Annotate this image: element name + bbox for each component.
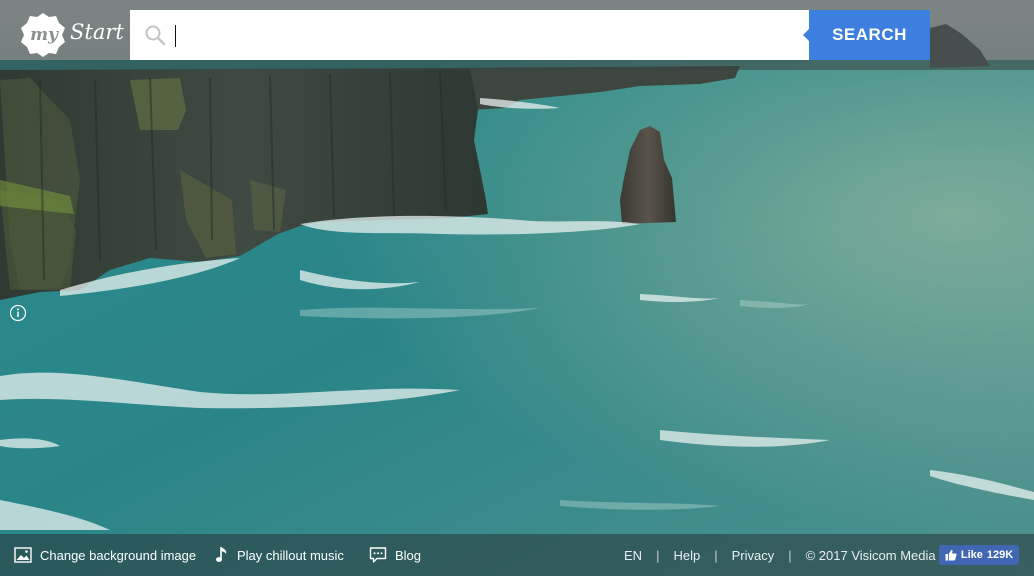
background-image xyxy=(0,0,1034,576)
language-selector[interactable]: EN xyxy=(624,548,642,563)
info-icon[interactable] xyxy=(9,304,27,322)
play-music-link[interactable]: Play chillout music xyxy=(215,534,344,576)
search-button-label: SEARCH xyxy=(832,25,907,44)
facebook-like-label: Like xyxy=(960,549,983,561)
separator: | xyxy=(714,547,718,563)
facebook-like-count: 129K xyxy=(986,549,1014,561)
facebook-like-button[interactable]: Like 129K xyxy=(939,545,1019,565)
image-icon xyxy=(14,547,32,563)
blog-link[interactable]: Blog xyxy=(369,534,421,576)
speech-bubble-icon xyxy=(369,547,387,563)
logo-my-text: my xyxy=(30,25,58,45)
mystart-logo[interactable]: my Start xyxy=(18,10,124,60)
text-caret xyxy=(175,25,176,47)
play-music-label: Play chillout music xyxy=(237,547,344,563)
footer-bar: Change background image Play chillout mu… xyxy=(0,534,1034,576)
blog-label: Blog xyxy=(395,547,422,563)
footer-links: EN | Help | Privacy | © 2017 Visicom Med… xyxy=(624,534,936,576)
top-bar: my Start SEARCH xyxy=(0,0,1034,70)
search-button[interactable]: SEARCH xyxy=(803,10,930,60)
copyright-text: © 2017 Visicom Media xyxy=(805,547,936,563)
thumbs-up-icon xyxy=(945,549,957,561)
change-background-link[interactable]: Change background image xyxy=(14,534,196,576)
search-button-notch xyxy=(803,29,809,41)
change-background-label: Change background image xyxy=(40,547,197,563)
separator: | xyxy=(656,547,660,563)
logo-start-text: Start xyxy=(70,20,124,44)
privacy-link[interactable]: Privacy xyxy=(732,548,775,563)
music-note-icon xyxy=(216,547,227,562)
search-icon xyxy=(145,25,166,46)
search-box xyxy=(130,10,810,60)
separator: | xyxy=(788,547,792,563)
search-input[interactable] xyxy=(174,18,794,52)
help-link[interactable]: Help xyxy=(673,548,700,563)
